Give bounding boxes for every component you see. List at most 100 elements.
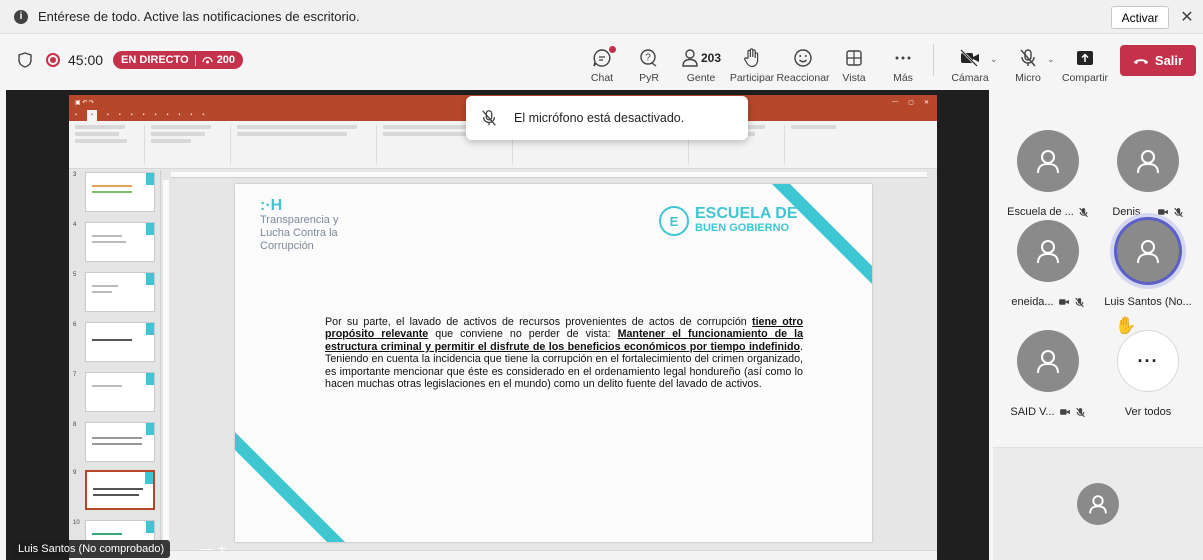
person-icon: [1137, 150, 1159, 174]
chat-button[interactable]: Chat: [588, 40, 616, 84]
participant-name: eneida...: [1011, 296, 1054, 308]
mic-off-icon: [1075, 407, 1085, 417]
shared-screen: ▣ ↶ ↷ — ▢ ✕ • • • • • • • • • • • 3 4 5 6: [6, 90, 989, 560]
camera-chevron-icon[interactable]: ⌄: [990, 54, 998, 65]
participant-tile[interactable]: Denis ...: [1098, 130, 1198, 230]
share-button[interactable]: Compartir: [1060, 40, 1110, 84]
powerpoint-window: ▣ ↶ ↷ — ▢ ✕ • • • • • • • • • • • 3 4 5 6: [69, 95, 937, 560]
viewer-count: 200: [216, 54, 236, 66]
react-button[interactable]: Reaccionar: [776, 40, 830, 84]
avatar: [1017, 330, 1079, 392]
qa-button[interactable]: ? PyR: [636, 40, 662, 84]
participant-tile[interactable]: SAID V...: [998, 330, 1098, 430]
raised-hand-icon: ✋: [1115, 316, 1137, 335]
person-icon: [1037, 240, 1059, 264]
vertical-ruler: [163, 180, 169, 545]
thumb-number: 5: [73, 272, 77, 278]
people-button[interactable]: 203 Gente: [680, 40, 722, 84]
leave-label: Salir: [1154, 53, 1184, 68]
svg-text:?: ?: [645, 53, 651, 64]
participant-name: Luis Santos (No...: [1104, 296, 1192, 308]
live-label: EN DIRECTO: [121, 54, 189, 66]
view-label: Vista: [842, 72, 866, 84]
share-label: Compartir: [1061, 72, 1109, 84]
avatar: [1017, 130, 1079, 192]
slide-thumbnail[interactable]: [85, 172, 155, 212]
people-icon: [682, 49, 698, 67]
participant-name: SAID V...: [1010, 406, 1055, 418]
mic-button[interactable]: Micro: [1010, 40, 1046, 84]
thumb-number: 8: [73, 422, 77, 428]
people-label: Gente: [686, 72, 716, 84]
camera-off-icon: [960, 49, 979, 67]
mic-off-icon: [1173, 207, 1183, 217]
see-all-label: Ver todos: [1124, 406, 1172, 418]
meeting-timer: 45:00: [68, 52, 104, 68]
transparency-logo: :·H Transparencia y Lucha Contra la Corr…: [260, 197, 339, 253]
mic-off-icon: [1074, 297, 1084, 307]
qa-icon: ?: [640, 49, 657, 67]
slide-thumbnail[interactable]: [85, 372, 155, 412]
activate-notifications-button[interactable]: Activar: [1111, 6, 1169, 29]
zoom-out-button[interactable]: —: [199, 540, 213, 556]
slide-paragraph: Por su parte, el lavado de activos de re…: [325, 316, 804, 391]
viewers-icon: [202, 56, 213, 63]
thumb-number: 6: [73, 322, 77, 328]
slide-thumbnail-selected[interactable]: [85, 470, 155, 510]
shield-icon[interactable]: [18, 52, 32, 68]
react-label: Reaccionar: [776, 72, 830, 84]
self-view[interactable]: [993, 447, 1203, 560]
hangup-icon: [1133, 58, 1148, 64]
raise-hand-label: Participar: [729, 72, 775, 84]
escuela-seal-icon: E: [659, 206, 689, 236]
zoom-in-button[interactable]: +: [215, 540, 229, 556]
share-icon: [1077, 51, 1093, 65]
toolbar-divider: [933, 44, 934, 76]
recording-icon: [46, 53, 60, 67]
camera-off-icon: [1157, 209, 1168, 215]
thumb-number: 7: [73, 372, 77, 378]
slide-thumbnail[interactable]: [85, 222, 155, 262]
more-participants-icon: ···: [1117, 330, 1179, 392]
meeting-toolbar: 45:00 EN DIRECTO 200 Chat ? PyR 203 Gent…: [0, 35, 1203, 87]
mic-off-icon: [482, 110, 496, 126]
more-button[interactable]: Más: [890, 40, 916, 84]
mic-off-icon: [1020, 49, 1036, 67]
close-icon[interactable]: ✕: [1178, 7, 1196, 27]
mic-chevron-icon[interactable]: ⌄: [1047, 54, 1055, 65]
participant-tile-speaking[interactable]: Luis Santos (No...: [1098, 220, 1198, 320]
zoom-control: — +: [199, 538, 229, 558]
raise-hand-button[interactable]: Participar: [728, 40, 776, 84]
avatar: [1017, 220, 1079, 282]
slide-thumbnails[interactable]: 3 4 5 6 7 8 9 10: [69, 170, 161, 550]
view-button[interactable]: Vista: [840, 40, 868, 84]
smiley-icon: [794, 49, 812, 67]
camera-button[interactable]: Cámara: [950, 40, 990, 84]
participant-tile[interactable]: Escuela de ...: [998, 130, 1098, 230]
participant-tile[interactable]: eneida...: [998, 220, 1098, 320]
slide-thumbnail[interactable]: [85, 322, 155, 362]
participant-name: Escuela de ...: [1007, 206, 1074, 218]
thumb-number: 10: [73, 520, 80, 526]
camera-label: Cámara: [951, 72, 989, 84]
horizontal-ruler: [171, 172, 927, 178]
toast-text: El micrófono está desactivado.: [514, 111, 685, 125]
slide-thumbnail[interactable]: [85, 422, 155, 462]
leave-button[interactable]: Salir: [1120, 45, 1196, 76]
unread-dot: [609, 46, 616, 53]
qa-label: PyR: [639, 72, 659, 84]
mic-label: Micro: [1015, 72, 1041, 84]
see-all-tile[interactable]: ··· Ver todos: [1098, 330, 1198, 430]
avatar: [1117, 220, 1179, 282]
more-icon: [895, 56, 911, 60]
info-icon: i: [14, 9, 28, 24]
current-slide: :·H Transparencia y Lucha Contra la Corr…: [235, 184, 872, 542]
camera-off-icon: [1059, 409, 1070, 415]
presenter-name-tag: Luis Santos (No comprobado): [12, 540, 171, 558]
slide-thumbnail[interactable]: [85, 272, 155, 312]
live-badge[interactable]: EN DIRECTO 200: [113, 51, 244, 69]
thumb-number: 4: [73, 222, 77, 228]
thumb-number: 9: [73, 470, 77, 476]
mic-muted-toast: El micrófono está desactivado.: [466, 96, 748, 140]
thumb-number: 3: [73, 172, 77, 178]
